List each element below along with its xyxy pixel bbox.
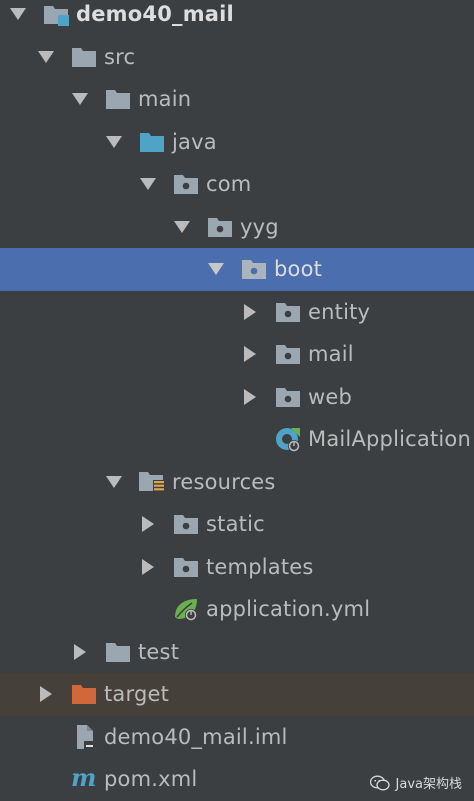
tree-node-application-yml[interactable]: application.yml [0, 588, 474, 631]
watermark: Java架构栈 [369, 773, 462, 792]
mail-label: mail [308, 342, 354, 367]
test-label: test [138, 639, 180, 664]
static-label: static [206, 512, 265, 537]
package-icon [240, 257, 268, 281]
tree-node-iml-file[interactable]: demo40_mail.iml [0, 716, 474, 759]
package-icon [274, 300, 302, 324]
chevron-down-icon[interactable] [104, 472, 124, 492]
web-label: web [308, 384, 353, 409]
yyg-label: yyg [240, 214, 279, 239]
tree-node-src[interactable]: src [0, 36, 474, 79]
chevron-down-icon[interactable] [104, 132, 124, 152]
tree-node-yyg[interactable]: yyg [0, 206, 474, 249]
spring-config-icon [172, 597, 200, 622]
chevron-right-icon[interactable] [138, 557, 158, 577]
com-label: com [206, 172, 252, 197]
templates-label: templates [206, 554, 314, 579]
application-yml-label: application.yml [206, 597, 371, 622]
tree-node-java[interactable]: java [0, 121, 474, 164]
chevron-down-icon[interactable] [138, 174, 158, 194]
resources-label: resources [172, 469, 276, 494]
main-label: main [138, 87, 192, 112]
svg-text:m: m [71, 766, 96, 792]
package-icon [274, 385, 302, 409]
chevron-right-icon[interactable] [138, 514, 158, 534]
tree-node-project[interactable]: demo40_mail [0, 0, 474, 36]
chevron-down-icon[interactable] [172, 217, 192, 237]
spring-boot-class-icon [274, 427, 302, 453]
tree-node-templates[interactable]: templates [0, 546, 474, 589]
tree-node-mail[interactable]: mail [0, 333, 474, 376]
tree-node-entity[interactable]: entity [0, 291, 474, 334]
tree-node-target[interactable]: target [0, 673, 474, 716]
tree-node-boot[interactable]: boot [0, 248, 474, 291]
chevron-down-icon[interactable] [206, 259, 226, 279]
project-label: demo40_mail [76, 2, 234, 27]
tree-node-resources[interactable]: resources [0, 461, 474, 504]
chevron-right-icon[interactable] [240, 302, 260, 322]
chevron-right-icon[interactable] [240, 387, 260, 407]
src-label: src [104, 44, 136, 69]
package-icon [172, 172, 200, 196]
maven-icon: m [70, 766, 98, 792]
chevron-right-icon[interactable] [70, 642, 90, 662]
entity-label: entity [308, 299, 371, 324]
chevron-down-icon[interactable] [70, 89, 90, 109]
tree-node-web[interactable]: web [0, 376, 474, 419]
excluded-folder-icon [70, 682, 98, 706]
tree-node-test[interactable]: test [0, 631, 474, 674]
package-icon [206, 215, 234, 239]
package-icon [274, 342, 302, 366]
target-label: target [104, 682, 170, 707]
package-icon [172, 512, 200, 536]
iml-file-label: demo40_mail.iml [104, 724, 288, 749]
boot-label: boot [274, 257, 323, 282]
chevron-down-icon[interactable] [8, 4, 28, 24]
tree-node-main[interactable]: main [0, 78, 474, 121]
project-tree: demo40_mail src main java com yyg boot e… [0, 0, 474, 801]
folder-icon [70, 45, 98, 69]
chevron-right-icon[interactable] [240, 344, 260, 364]
wechat-icon [369, 775, 390, 791]
tree-node-com[interactable]: com [0, 163, 474, 206]
chevron-down-icon[interactable] [36, 47, 56, 67]
pom-file-label: pom.xml [104, 767, 198, 792]
package-icon [172, 555, 200, 579]
resources-root-icon [138, 470, 166, 494]
chevron-right-icon[interactable] [36, 684, 56, 704]
mail-application-label: MailApplication [308, 427, 471, 452]
tree-node-mail-application[interactable]: MailApplication [0, 418, 474, 461]
folder-icon [104, 640, 132, 664]
tree-node-static[interactable]: static [0, 503, 474, 546]
folder-icon [104, 87, 132, 111]
java-label: java [172, 129, 217, 154]
watermark-text: Java架构栈 [395, 777, 462, 792]
source-root-icon [138, 130, 166, 154]
module-file-icon [70, 724, 98, 749]
module-folder-icon [42, 2, 70, 27]
